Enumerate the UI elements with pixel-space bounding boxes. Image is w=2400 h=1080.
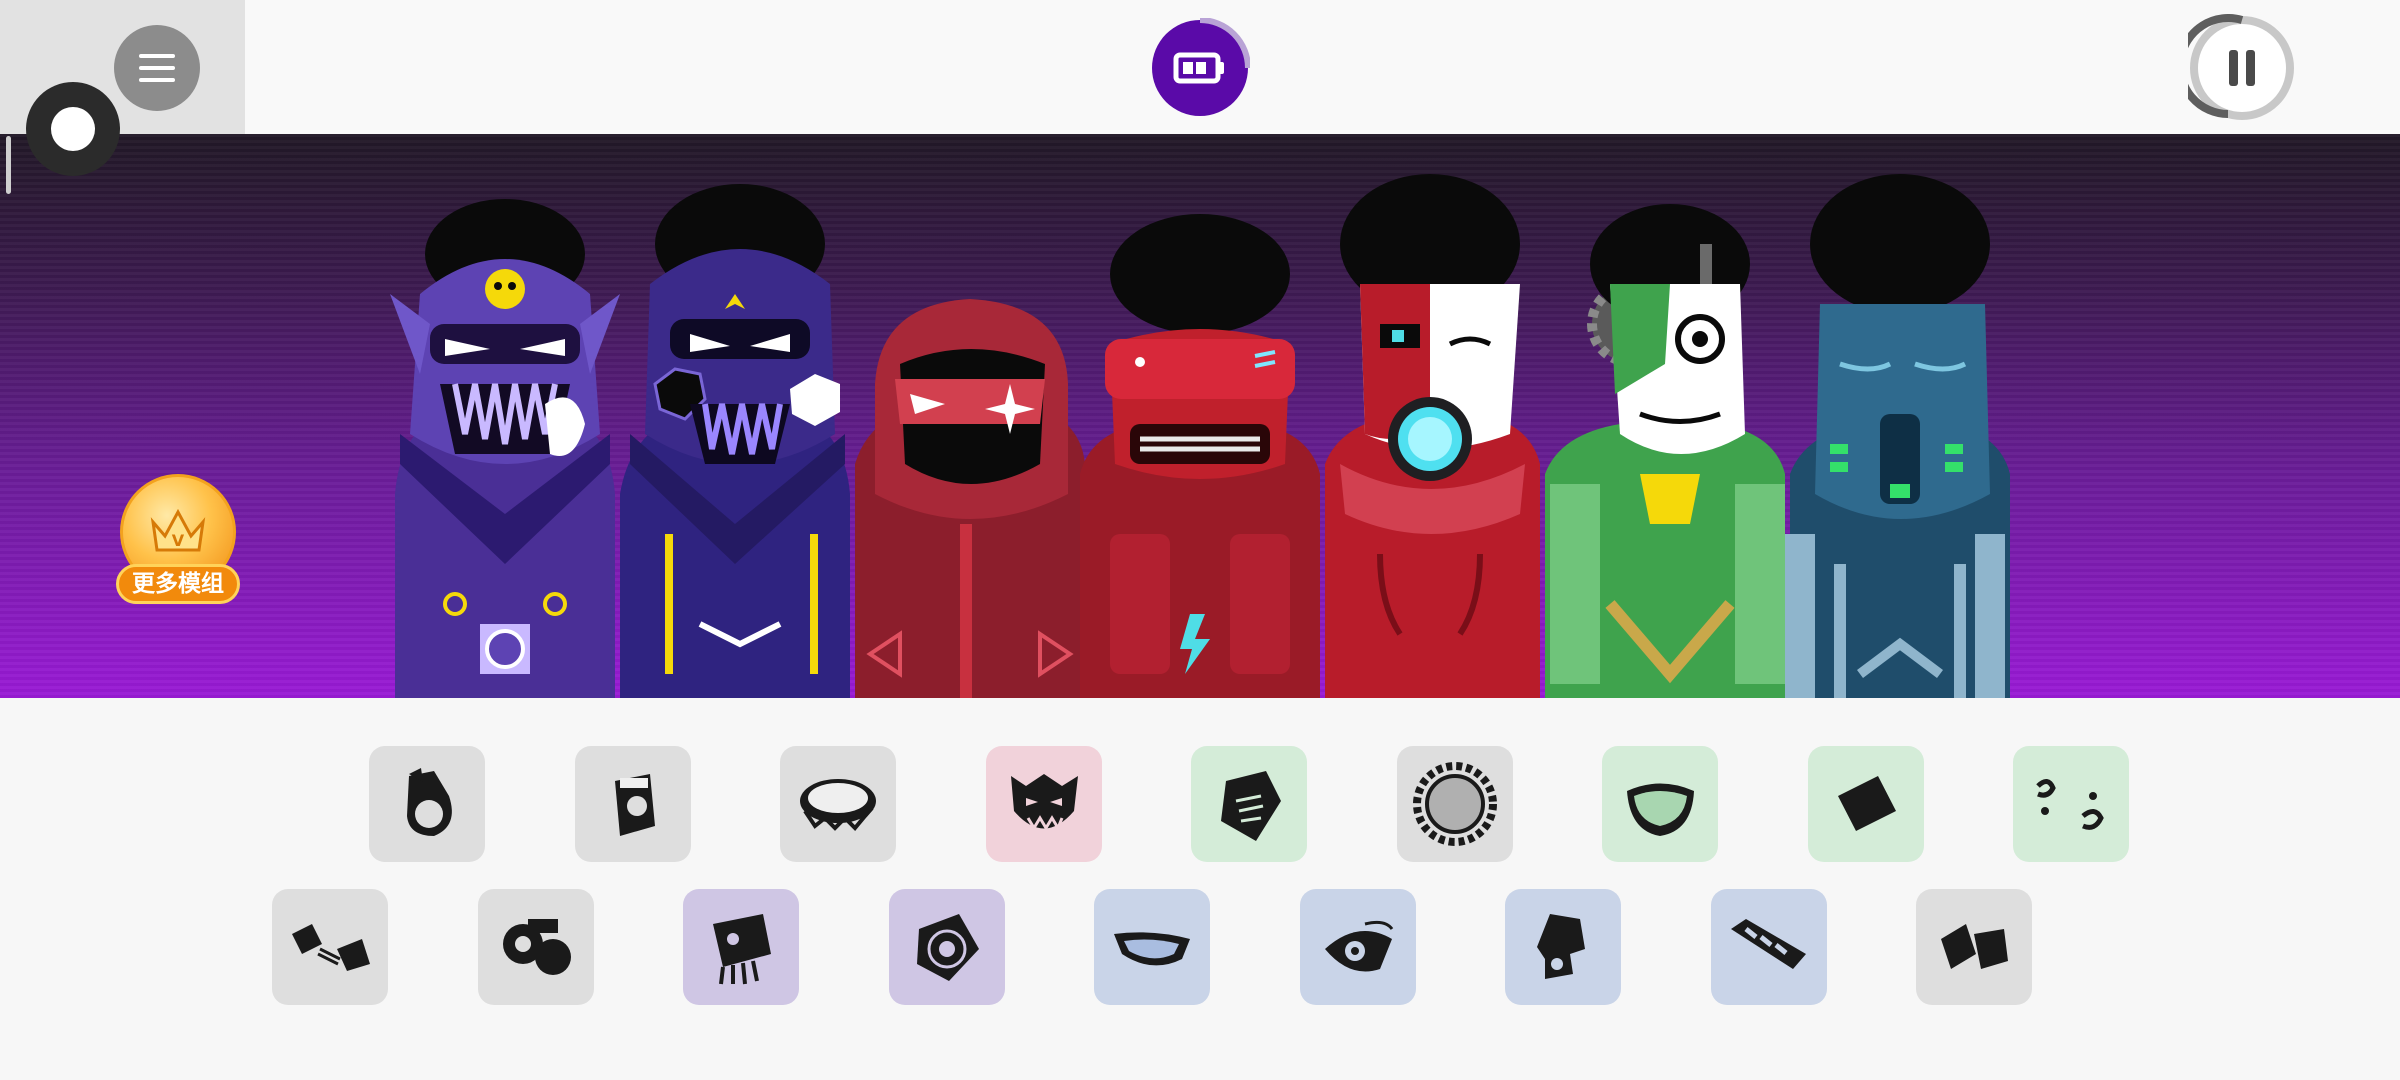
drum-beat-icon[interactable] (780, 746, 896, 862)
bell-voice-icon[interactable] (1505, 889, 1621, 1005)
gear-beat-icon[interactable] (478, 889, 594, 1005)
demon-effect-icon[interactable] (986, 746, 1102, 862)
scroll-indicator[interactable] (6, 136, 11, 194)
tile-melody-icon[interactable] (1808, 746, 1924, 862)
battery-icon[interactable] (1150, 18, 1250, 118)
character-purple-skull-ninja[interactable] (390, 199, 620, 698)
hook-beat-icon[interactable] (369, 746, 485, 862)
character-stage (0, 134, 2400, 698)
character-teal-gasmask[interactable] (1785, 174, 2010, 698)
boat-voice-icon[interactable] (1094, 889, 1210, 1005)
sound-icon-tray (0, 698, 2400, 1080)
crown-icon: V (150, 508, 206, 552)
crown-badge-letter: V (172, 531, 185, 550)
character-red-cyborg-orb[interactable] (1325, 174, 1540, 698)
more-mods-badge[interactable]: V 更多模组 (116, 474, 240, 610)
cup-beat-icon[interactable] (575, 746, 691, 862)
gem-melody-icon[interactable] (1191, 746, 1307, 862)
pause-icon[interactable] (2188, 14, 2296, 122)
eye-voice-icon[interactable] (1300, 889, 1416, 1005)
more-mods-label: 更多模组 (116, 564, 240, 604)
hamburger-menu-icon[interactable] (114, 25, 200, 111)
bowl-melody-icon[interactable] (1602, 746, 1718, 862)
menu-lines (139, 54, 175, 82)
character-red-visor-robot[interactable] (1080, 214, 1320, 698)
fold-beat-icon[interactable] (1916, 889, 2032, 1005)
vortex-effect-icon[interactable] (889, 889, 1005, 1005)
swirl-melody-icon[interactable] (2013, 746, 2129, 862)
squid-effect-icon[interactable] (683, 889, 799, 1005)
record-dot (51, 107, 95, 151)
character-green-mime-gear[interactable] (1545, 204, 1785, 698)
sun-melody-icon[interactable] (1397, 746, 1513, 862)
record-circle-icon[interactable] (26, 82, 120, 176)
bolt-beat-icon[interactable] (272, 889, 388, 1005)
character-red-hooded-star[interactable] (855, 299, 1085, 698)
character-indigo-hex-mask[interactable] (620, 184, 850, 698)
chain-voice-icon[interactable] (1711, 889, 1827, 1005)
character-lineup (390, 174, 2010, 698)
